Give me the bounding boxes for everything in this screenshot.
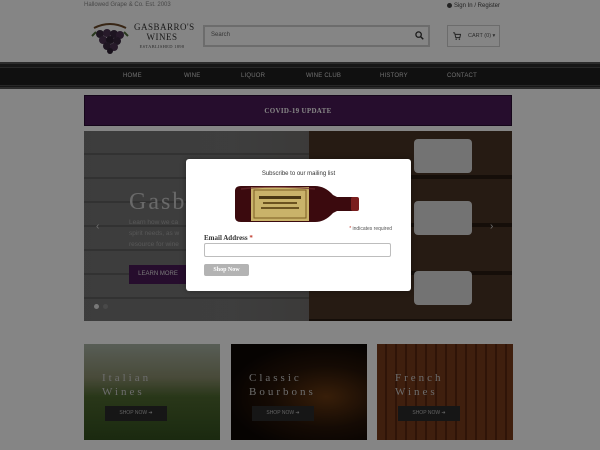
modal-title: Subscribe to our mailing list xyxy=(261,171,336,177)
subscribe-shop-now-label: Shop Now xyxy=(213,267,240,273)
required-note: * indicates required xyxy=(349,226,392,232)
required-asterisk: * xyxy=(349,226,352,232)
required-note-text: indicates required xyxy=(352,226,392,232)
wine-bottle-image xyxy=(235,186,359,222)
mailing-list-modal: Subscribe to our mailing list * indicate… xyxy=(186,159,411,291)
email-label: Email Address * xyxy=(204,234,253,242)
subscribe-shop-now-button[interactable]: Shop Now xyxy=(204,264,249,276)
email-label-text: Email Address xyxy=(204,234,248,242)
email-field[interactable] xyxy=(204,243,391,257)
email-required-asterisk: * xyxy=(249,234,253,242)
